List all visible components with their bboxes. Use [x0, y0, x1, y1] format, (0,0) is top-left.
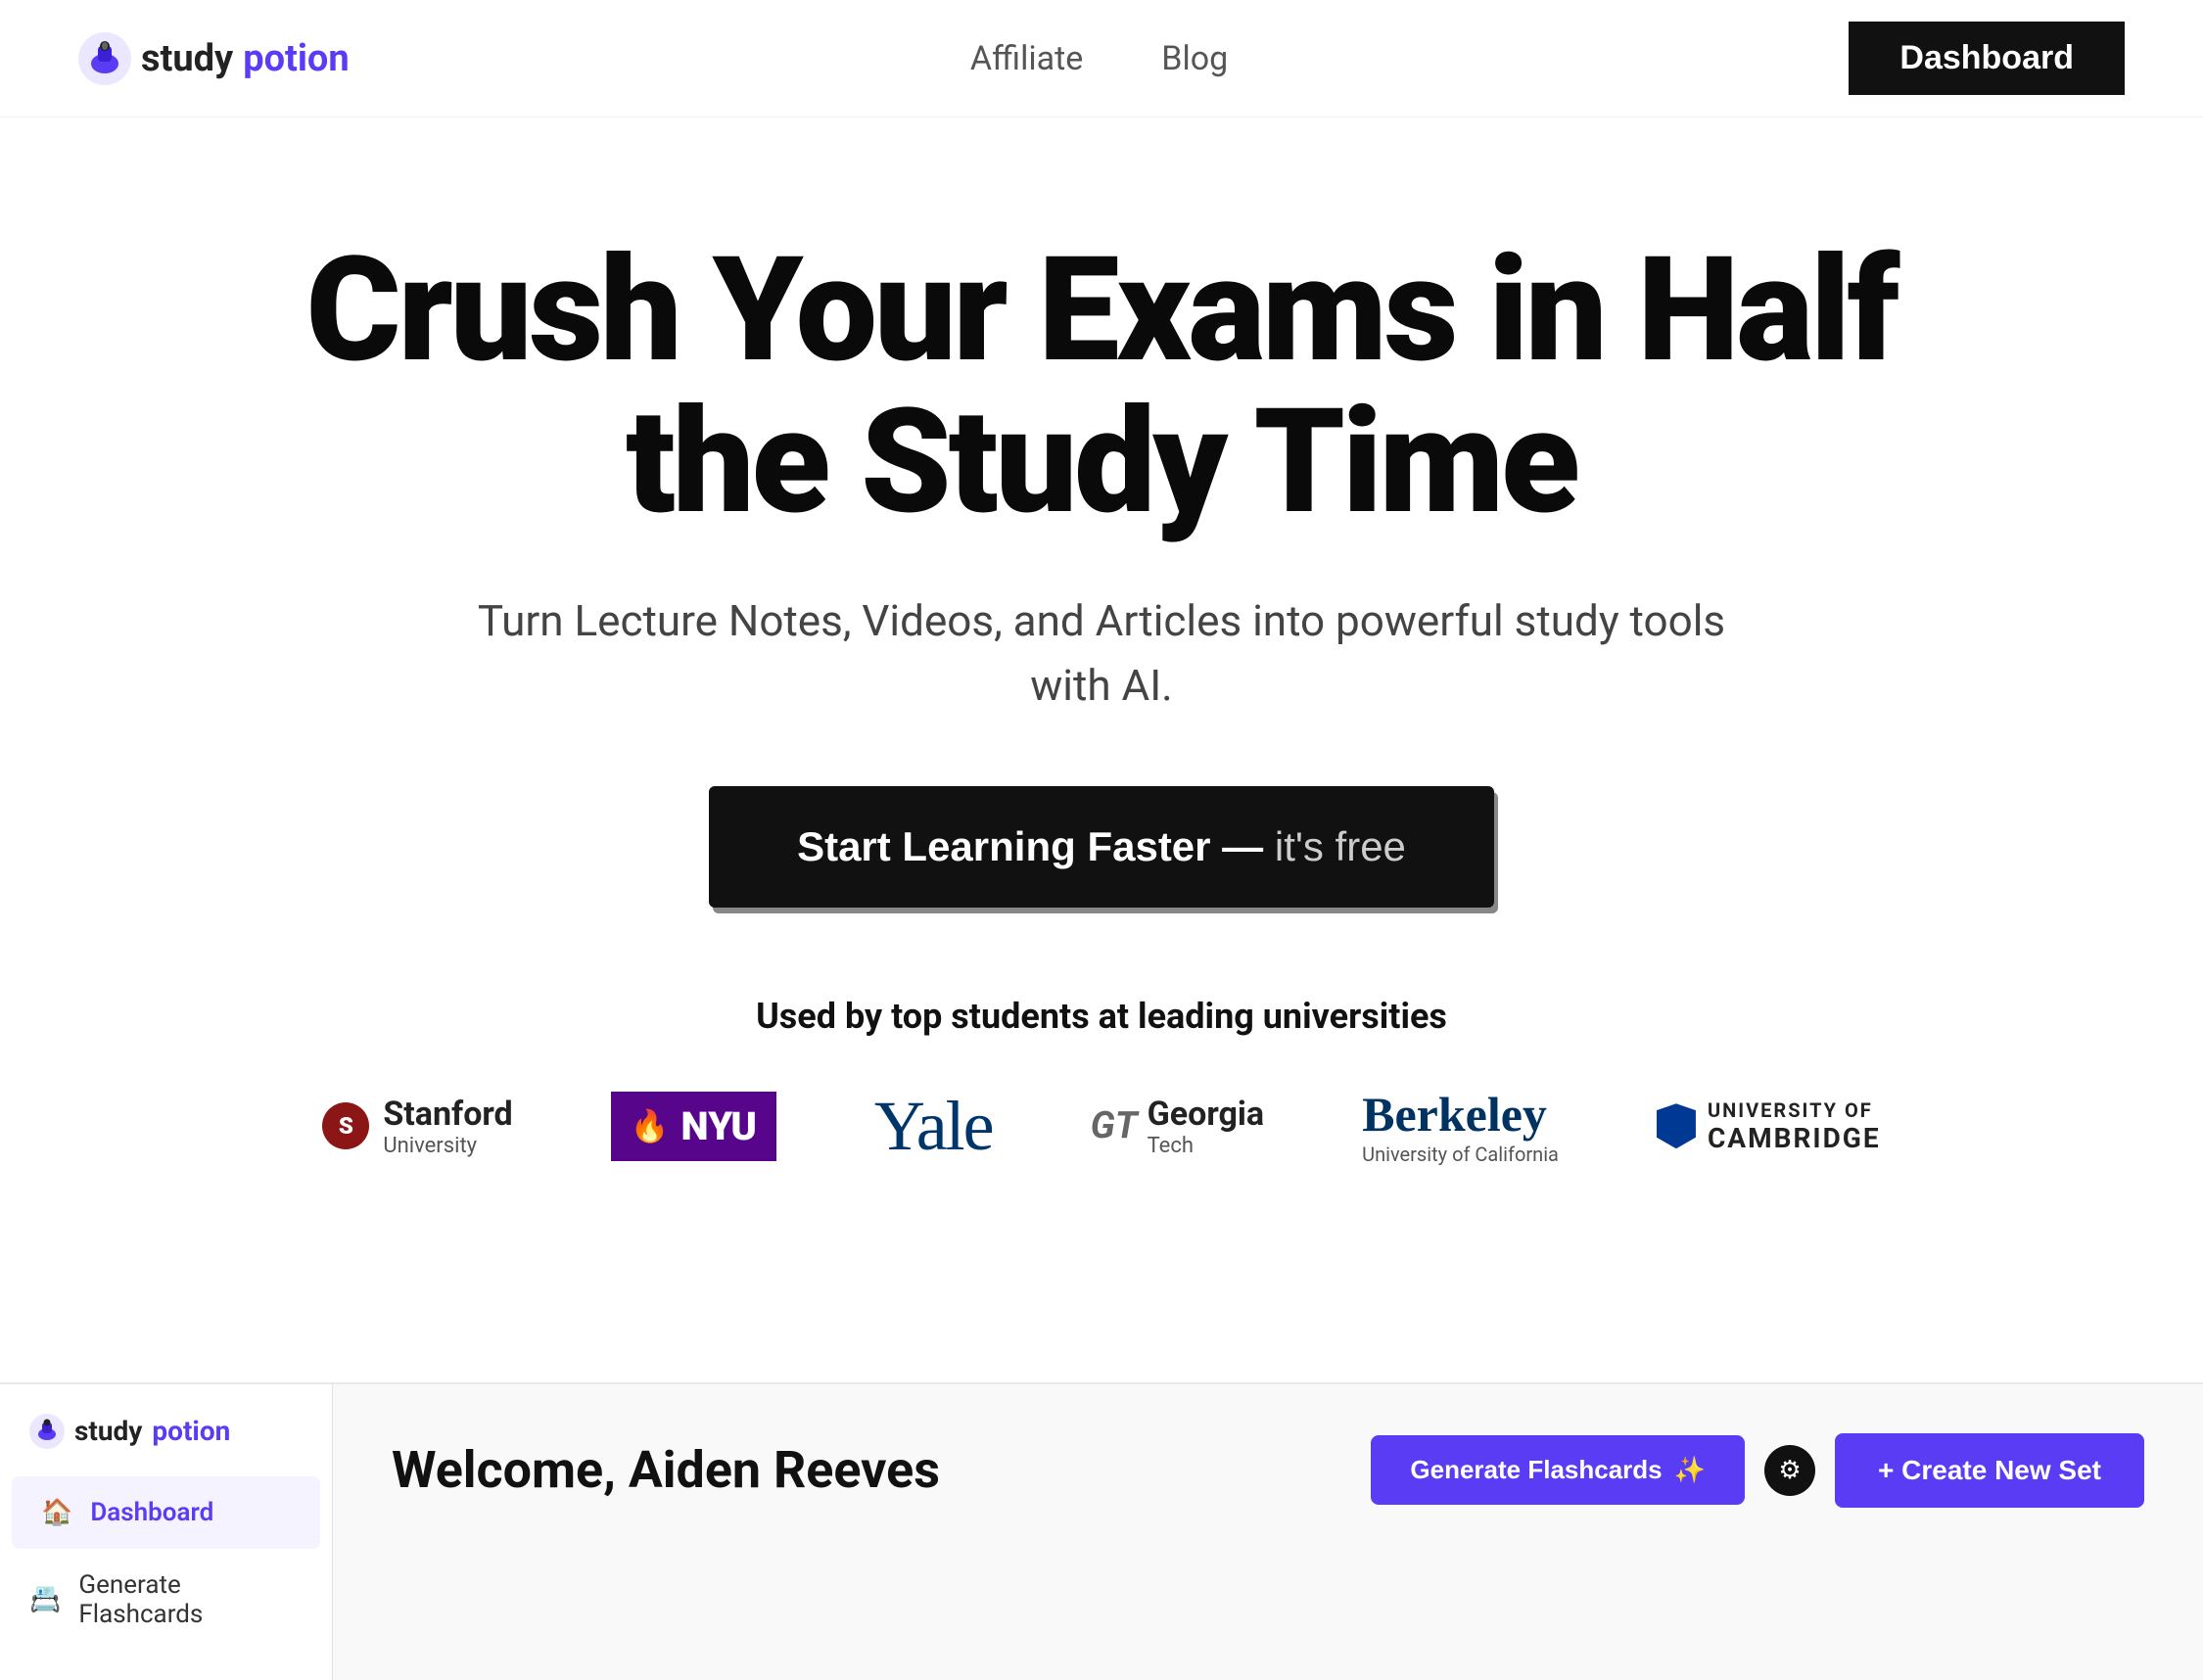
sidebar-item-generate-flashcards[interactable]: 📇 Generate Flashcards — [0, 1549, 332, 1651]
cta-free-text: it's free — [1275, 823, 1406, 869]
hero-section: Crush Your Exams in Half the Study Time … — [0, 117, 2203, 1324]
logo-potion-text: potion — [243, 37, 350, 80]
university-logos: S Stanford University 🔥 NYU Yale GT Geor… — [157, 1086, 2046, 1167]
cambridge-logo: University of Cambridge — [1657, 1098, 1881, 1154]
nav-links: Affiliate Blog — [970, 39, 1228, 78]
nav-blog[interactable]: Blog — [1161, 39, 1228, 78]
generate-btn-icon: ✨ — [1674, 1455, 1706, 1485]
sidebar-generate-label: Generate Flashcards — [78, 1570, 303, 1629]
hero-title: Crush Your Exams in Half the Study Time — [220, 235, 1983, 539]
preview-main: Welcome, Aiden Reeves Generate Flashcard… — [333, 1384, 2203, 1680]
gt-sub: Tech — [1148, 1134, 1264, 1158]
logo-study-text: study — [141, 37, 233, 80]
yale-logo: Yale — [874, 1086, 993, 1167]
preview-sidebar: study potion 🏠 Dashboard 📇 Generate Flash… — [0, 1384, 333, 1680]
stanford-name: Stanford — [383, 1095, 512, 1134]
stanford-logo: S Stanford University — [322, 1095, 512, 1158]
universities-section: Used by top students at leading universi… — [78, 996, 2125, 1245]
navbar: studypotion Affiliate Blog Dashboard — [0, 0, 2203, 117]
gt-name: Georgia — [1148, 1095, 1264, 1134]
home-icon: 🏠 — [41, 1498, 72, 1527]
sidebar-item-dashboard[interactable]: 🏠 Dashboard — [12, 1476, 320, 1549]
dashboard-preview: study potion 🏠 Dashboard 📇 Generate Flash… — [0, 1382, 2203, 1680]
cambridge-univ-label: University of — [1708, 1098, 1881, 1122]
welcome-heading: Welcome, Aiden Reeves — [392, 1440, 940, 1500]
stanford-icon: S — [322, 1102, 369, 1149]
sidebar-dashboard-label: Dashboard — [90, 1498, 213, 1527]
dashboard-button[interactable]: Dashboard — [1849, 22, 2125, 95]
generate-btn-label: Generate Flashcards — [1410, 1455, 1662, 1485]
create-btn-label: + Create New Set — [1878, 1455, 2101, 1486]
preview-actions: Generate Flashcards ✨ ⚙ + Create New Set — [1371, 1433, 2144, 1508]
logo-icon — [78, 32, 131, 85]
gt-icon: GT — [1091, 1104, 1138, 1147]
preview-logo-potion: potion — [152, 1415, 230, 1447]
cambridge-shield-icon — [1657, 1103, 1696, 1148]
logo[interactable]: studypotion — [78, 32, 350, 85]
create-new-set-button[interactable]: + Create New Set — [1835, 1433, 2144, 1508]
georgia-tech-logo: GT Georgia Tech — [1091, 1095, 1264, 1158]
hero-subtitle: Turn Lecture Notes, Videos, and Articles… — [78, 588, 2125, 718]
berkeley-name: Berkeley — [1362, 1086, 1559, 1143]
stanford-sub: University — [383, 1134, 512, 1158]
preview-header: Welcome, Aiden Reeves Generate Flashcard… — [392, 1433, 2144, 1508]
universities-label: Used by top students at leading universi… — [157, 996, 2046, 1037]
cta-main-text: Start Learning Faster — [797, 823, 1210, 869]
preview-logo: study potion — [0, 1414, 332, 1476]
preview-logo-study: study — [74, 1415, 142, 1447]
generate-flashcards-button[interactable]: Generate Flashcards ✨ — [1371, 1435, 1745, 1505]
preview-logo-icon — [29, 1414, 65, 1449]
cta-em-dash: — — [1211, 823, 1275, 869]
nyu-text: NYU — [681, 1103, 757, 1149]
flashcard-icon: 📇 — [29, 1585, 61, 1614]
nyu-icon: 🔥 — [631, 1107, 670, 1144]
nav-affiliate[interactable]: Affiliate — [970, 39, 1083, 78]
berkeley-logo: Berkeley University of California — [1362, 1086, 1559, 1166]
settings-icon-button[interactable]: ⚙ — [1764, 1445, 1815, 1496]
cambridge-name: Cambridge — [1708, 1122, 1881, 1154]
hero-cta-button[interactable]: Start Learning Faster — it's free — [709, 786, 1494, 908]
berkeley-sub: University of California — [1362, 1143, 1559, 1166]
settings-icon: ⚙ — [1778, 1456, 1801, 1485]
nyu-logo: 🔥 NYU — [611, 1092, 776, 1161]
